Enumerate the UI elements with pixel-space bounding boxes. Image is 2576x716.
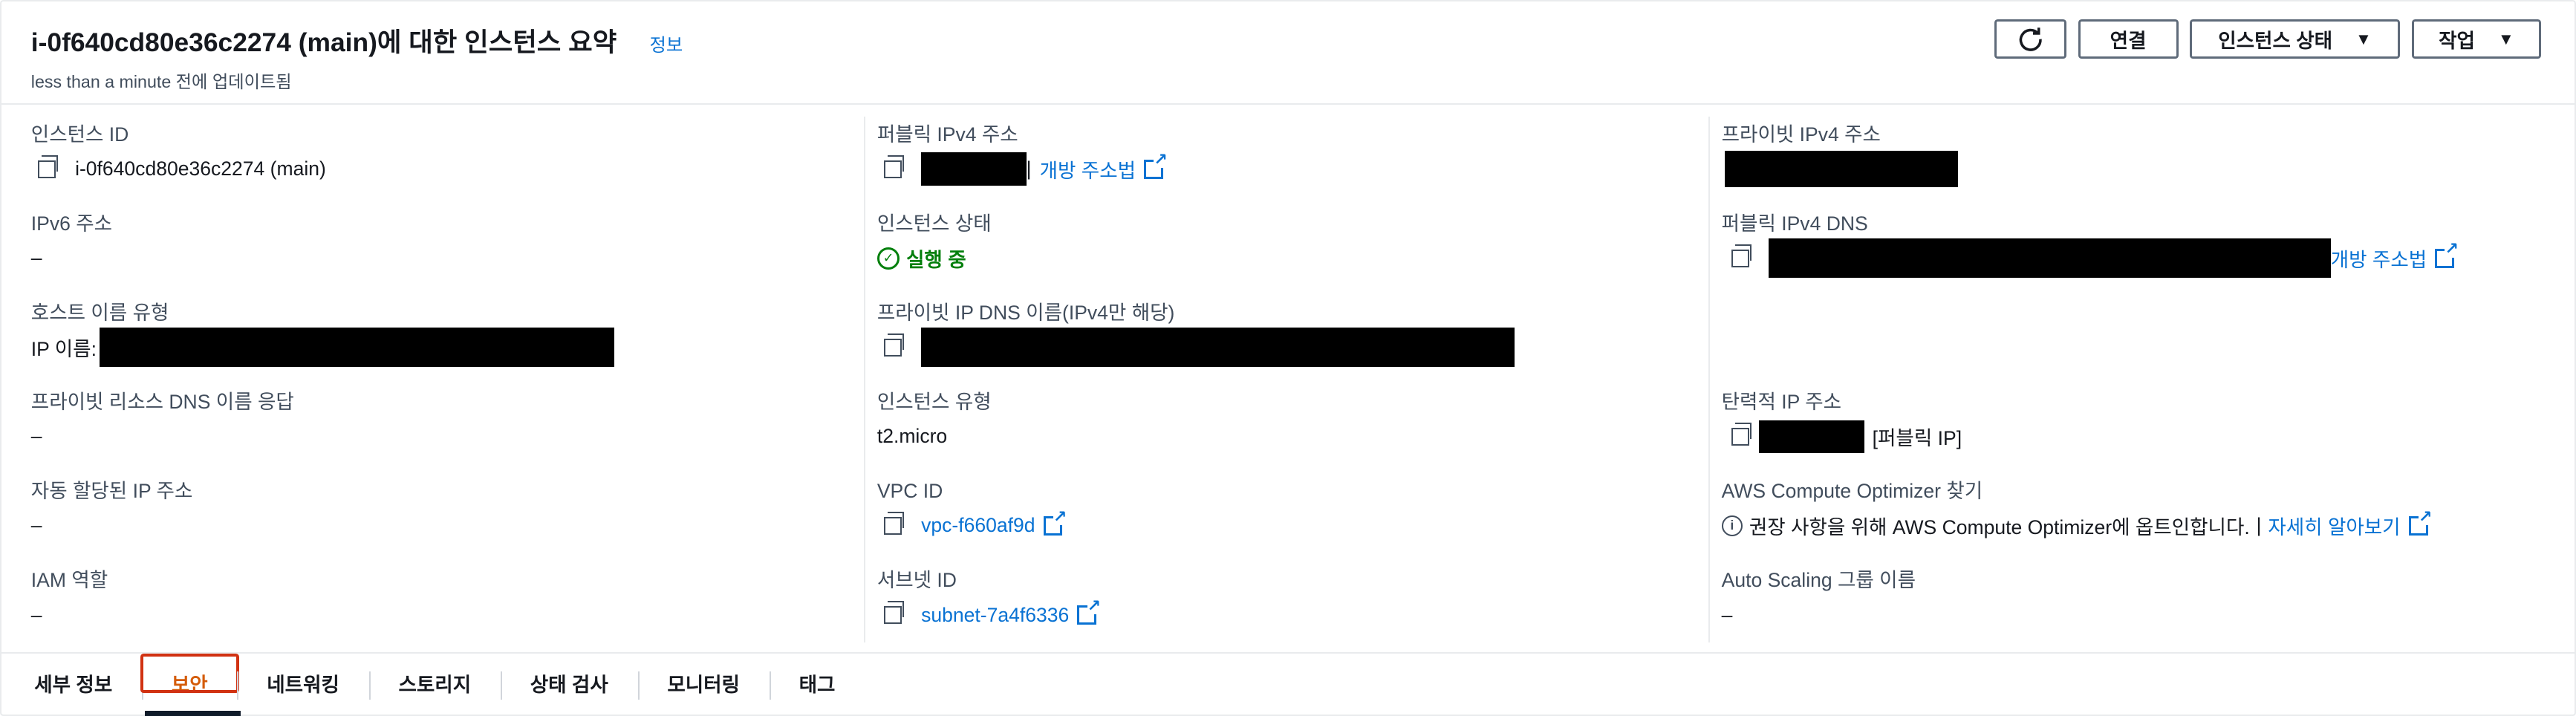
public-ipv4-dns-label: 퍼블릭 IPv4 DNS xyxy=(1721,212,1868,235)
tab-status-checks[interactable]: 상태 검사 xyxy=(500,668,638,701)
public-ipv4-label: 퍼블릭 IPv4 주소 xyxy=(876,123,1018,146)
copy-icon[interactable] xyxy=(883,512,904,535)
last-updated-text: less than a minute 전에 업데이트됨 xyxy=(30,71,292,91)
redacted-block xyxy=(1725,151,1959,187)
caret-down-icon: ▼ xyxy=(2355,29,2372,48)
tab-networking[interactable]: 네트워킹 xyxy=(237,668,368,701)
private-ipv4-label: 프라이빗 IPv4 주소 xyxy=(1721,123,1881,146)
ipv6-label: IPv6 주소 xyxy=(30,212,113,235)
instance-summary-panel: i-0f640cd80e36c2274 (main)에 대한 인스턴스 요약 정… xyxy=(0,0,2576,716)
subnet-id-label: 서브넷 ID xyxy=(876,569,957,592)
tab-label: 태그 xyxy=(799,673,836,696)
auto-ip-label: 자동 할당된 IP 주소 xyxy=(30,480,193,503)
tab-tags[interactable]: 태그 xyxy=(769,668,865,701)
redacted-block xyxy=(1769,238,2331,279)
hostname-type-value: IP 이름: xyxy=(30,338,97,361)
private-ip-dns-label: 프라이빗 IP DNS 이름(IPv4만 해당) xyxy=(876,301,1175,324)
column-divider xyxy=(1708,116,1710,642)
tab-label: 세부 정보 xyxy=(34,673,113,696)
copy-icon[interactable] xyxy=(883,333,904,357)
empty-field xyxy=(1722,302,2560,391)
active-tab-underline xyxy=(145,711,241,716)
check-circle-icon: ✓ xyxy=(876,247,900,270)
instance-state-value: 실행 중 xyxy=(906,249,966,272)
auto-ip-value: – xyxy=(30,514,42,537)
separator: | xyxy=(1026,157,1032,180)
redacted-block xyxy=(921,328,1515,368)
connect-button[interactable]: 연결 xyxy=(2078,19,2179,59)
copy-icon[interactable] xyxy=(1731,244,1752,267)
copy-icon[interactable] xyxy=(1731,423,1752,446)
instance-id-value: i-0f640cd80e36c2274 (main) xyxy=(75,157,326,180)
external-link-icon xyxy=(1077,598,1101,625)
tab-label: 상태 검사 xyxy=(530,673,608,696)
private-dns-answer-value: – xyxy=(30,425,42,448)
refresh-icon xyxy=(2019,27,2042,51)
info-icon: i xyxy=(1721,515,1743,537)
vpc-id-link[interactable]: vpc-f660af9d xyxy=(921,514,1035,537)
instance-state-label: 인스턴스 상태 xyxy=(2218,30,2333,53)
vpc-id-label: VPC ID xyxy=(876,480,943,503)
instance-type-value: t2.micro xyxy=(876,425,948,448)
tab-label: 스토리지 xyxy=(398,673,472,696)
header-divider xyxy=(1,103,2575,105)
instance-state-label: 인스턴스 상태 xyxy=(876,212,992,235)
open-address-link[interactable]: 개방 주소법 xyxy=(2331,244,2427,273)
details-column-3: 프라이빗 IPv4 주소 퍼블릭 IPv4 DNS 개방 주소법 탄력적 IP … xyxy=(1721,123,2560,659)
separator: | xyxy=(2256,514,2262,537)
auto-scaling-value: – xyxy=(1721,603,1733,626)
external-link-icon xyxy=(1043,508,1067,536)
elastic-ip-suffix: [퍼블릭 IP] xyxy=(1872,427,1962,450)
instance-id-label: 인스턴스 ID xyxy=(30,123,129,146)
tab-label: 모니터링 xyxy=(667,673,740,696)
hostname-type-label: 호스트 이름 유형 xyxy=(30,301,169,324)
tab-security[interactable]: 보안 xyxy=(140,653,241,716)
actions-dropdown[interactable]: 작업 ▼ xyxy=(2411,19,2542,59)
private-dns-answer-label: 프라이빗 리소스 DNS 이름 응답 xyxy=(30,390,294,413)
learn-more-link[interactable]: 자세히 알아보기 xyxy=(2268,511,2400,540)
redacted-block xyxy=(100,328,614,368)
caret-down-icon: ▼ xyxy=(2497,29,2514,48)
ipv6-value: – xyxy=(30,247,42,270)
details-column-2: 퍼블릭 IPv4 주소 | 개방 주소법 인스턴스 상태 ✓ 실행 중 프라이빗… xyxy=(876,123,1699,659)
header-actions: 연결 인스턴스 상태 ▼ 작업 ▼ xyxy=(1994,19,2542,59)
instance-state-dropdown[interactable]: 인스턴스 상태 ▼ xyxy=(2190,19,2401,59)
actions-label: 작업 xyxy=(2439,30,2475,53)
refresh-button[interactable] xyxy=(1994,19,2067,59)
column-divider xyxy=(864,116,865,642)
redacted-block xyxy=(921,152,1027,186)
copy-icon[interactable] xyxy=(883,154,904,178)
compute-optimizer-text: 권장 사항을 위해 AWS Compute Optimizer에 옵트인합니다. xyxy=(1749,516,2250,539)
tab-details[interactable]: 세부 정보 xyxy=(1,668,142,701)
detail-tabs: 세부 정보 보안 네트워킹 스토리지 상태 검사 모니터링 태그 xyxy=(1,651,2575,716)
highlight-box xyxy=(140,653,239,693)
instance-type-label: 인스턴스 유형 xyxy=(876,390,992,413)
elastic-ip-label: 탄력적 IP 주소 xyxy=(1721,390,1842,413)
external-link-icon xyxy=(2408,508,2432,536)
auto-scaling-label: Auto Scaling 그룹 이름 xyxy=(1721,569,1916,592)
iam-role-value: – xyxy=(30,603,42,626)
external-link-icon xyxy=(1144,152,1168,179)
tab-storage[interactable]: 스토리지 xyxy=(368,668,501,701)
details-column-1: 인스턴스 ID i-0f640cd80e36c2274 (main) IPv6 … xyxy=(31,123,853,659)
iam-role-label: IAM 역할 xyxy=(30,569,108,592)
open-address-link[interactable]: 개방 주소법 xyxy=(1040,154,1136,183)
redacted-block xyxy=(1759,420,1864,453)
copy-icon[interactable] xyxy=(37,154,58,178)
page-title: i-0f640cd80e36c2274 (main)에 대한 인스턴스 요약 xyxy=(30,27,617,57)
tab-monitoring[interactable]: 모니터링 xyxy=(637,668,770,701)
info-link[interactable]: 정보 xyxy=(649,31,683,57)
copy-icon[interactable] xyxy=(883,601,904,624)
subnet-id-link[interactable]: subnet-7a4f6336 xyxy=(921,604,1069,627)
compute-optimizer-label: AWS Compute Optimizer 찾기 xyxy=(1721,480,1983,503)
tab-label: 네트워킹 xyxy=(267,673,339,696)
external-link-icon xyxy=(2435,241,2459,268)
